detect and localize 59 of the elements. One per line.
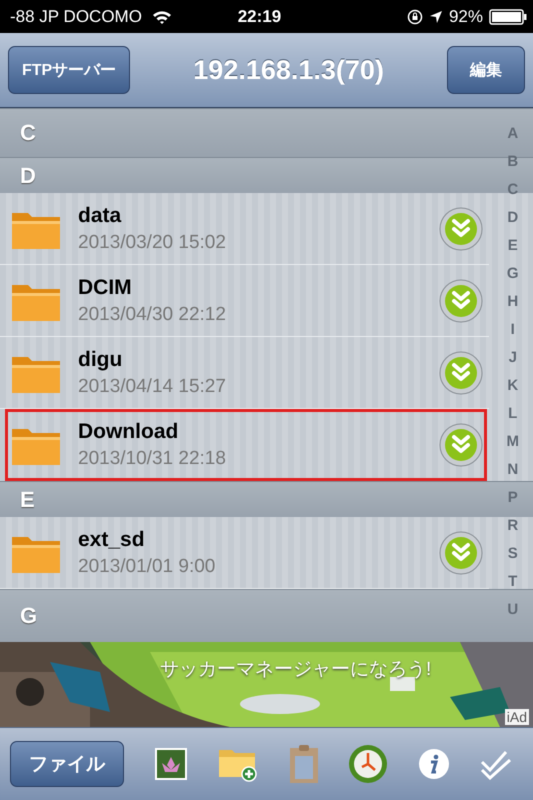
section-letter: D bbox=[20, 162, 36, 188]
index-letter[interactable]: D bbox=[507, 204, 518, 232]
carrier-text: -88 JP DOCOMO bbox=[10, 6, 142, 26]
index-letter[interactable]: T bbox=[508, 568, 518, 596]
folder-row[interactable]: digu 2013/04/14 15:27 bbox=[0, 337, 489, 409]
file-date: 2013/03/20 15:02 bbox=[78, 232, 227, 254]
index-letter[interactable]: E bbox=[508, 232, 518, 260]
index-letter[interactable]: B bbox=[507, 148, 518, 176]
clipboard-icon[interactable] bbox=[288, 744, 318, 784]
index-letter[interactable]: C bbox=[507, 176, 518, 204]
ad-headline: サッカーマネージャーになろう! bbox=[160, 658, 432, 682]
index-letter[interactable]: K bbox=[507, 372, 518, 400]
index-letter[interactable]: S bbox=[508, 540, 518, 568]
clock-text: 22:19 bbox=[236, 6, 282, 26]
file-date: 2013/10/31 22:18 bbox=[78, 448, 227, 470]
folder-row[interactable]: DCIM 2013/04/30 22:12 bbox=[0, 265, 489, 337]
folder-row[interactable]: data 2013/03/20 15:02 bbox=[0, 193, 489, 265]
folder-name: digu bbox=[78, 348, 124, 372]
back-button[interactable]: FTPサーバー bbox=[8, 46, 130, 94]
index-letter[interactable]: P bbox=[508, 484, 518, 512]
battery-text: 92% bbox=[448, 6, 483, 26]
file-date: 2013/01/01 9:00 bbox=[78, 556, 216, 578]
download-button-icon[interactable] bbox=[439, 350, 483, 394]
edit-button[interactable]: 編集 bbox=[447, 46, 525, 94]
file-date: 2013/04/14 15:27 bbox=[78, 376, 227, 398]
clock-icon[interactable] bbox=[348, 744, 388, 784]
battery-icon bbox=[489, 8, 527, 24]
double-check-icon[interactable] bbox=[479, 748, 513, 780]
folder-row[interactable]: Download 2013/10/31 22:18 bbox=[5, 409, 487, 481]
file-date: 2013/04/30 22:12 bbox=[78, 304, 227, 326]
index-letter[interactable]: G bbox=[506, 260, 519, 288]
index-letter[interactable]: L bbox=[508, 400, 518, 428]
info-icon[interactable] bbox=[418, 748, 450, 780]
index-letter[interactable]: M bbox=[506, 428, 519, 456]
rotation-lock-icon bbox=[406, 8, 423, 24]
index-letter[interactable]: A bbox=[507, 120, 518, 148]
download-button-icon[interactable] bbox=[439, 530, 483, 574]
section-letter: C bbox=[20, 120, 36, 146]
folder-name: data bbox=[78, 204, 122, 228]
download-button-icon[interactable] bbox=[439, 422, 483, 466]
index-letter[interactable]: I bbox=[510, 316, 515, 344]
index-letter[interactable]: N bbox=[507, 456, 518, 484]
index-letter[interactable]: J bbox=[508, 344, 517, 372]
section-letter: E bbox=[20, 486, 35, 512]
download-button-icon[interactable] bbox=[439, 278, 483, 322]
file-button[interactable]: ファイル bbox=[10, 741, 124, 787]
folder-name: ext_sd bbox=[78, 528, 146, 552]
index-letter[interactable]: H bbox=[507, 288, 518, 316]
wifi-icon bbox=[152, 10, 172, 24]
index-letter[interactable]: R bbox=[507, 512, 518, 540]
folder-name: DCIM bbox=[78, 276, 133, 300]
server-title: 192.168.1.3(70) bbox=[193, 54, 384, 86]
section-letter: G bbox=[20, 603, 38, 629]
photo-icon[interactable] bbox=[154, 747, 188, 781]
index-letter[interactable]: U bbox=[507, 596, 518, 624]
folder-name: Download bbox=[78, 420, 180, 444]
location-arrow-icon bbox=[428, 10, 443, 24]
download-button-icon[interactable] bbox=[439, 206, 483, 250]
ad-badge: iAd bbox=[504, 709, 529, 725]
